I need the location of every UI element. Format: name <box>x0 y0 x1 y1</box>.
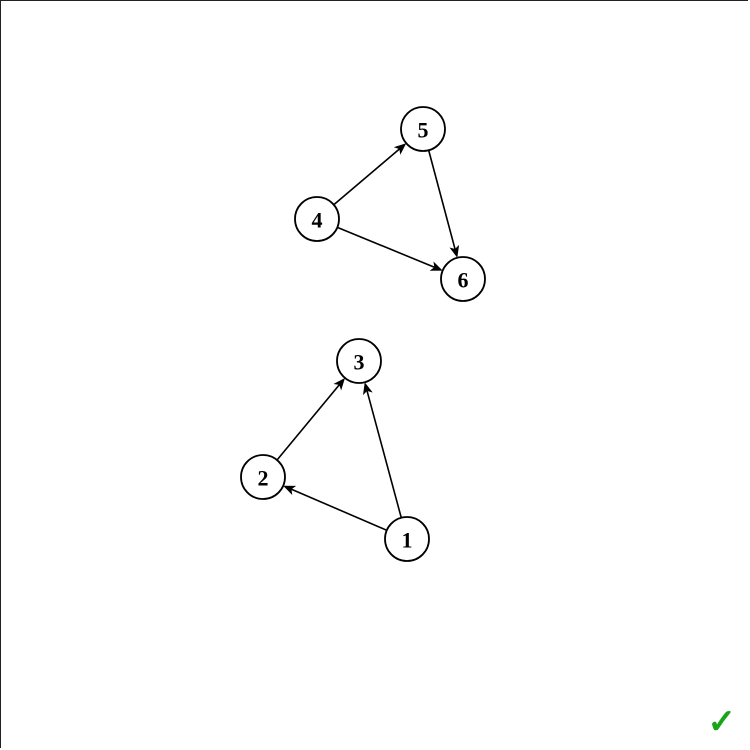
node-label-6: 6 <box>458 268 469 293</box>
node-1: 1 <box>385 517 429 561</box>
node-2: 2 <box>241 455 285 499</box>
node-3: 3 <box>337 339 381 383</box>
edge-n4-n6 <box>337 227 440 270</box>
node-label-4: 4 <box>312 208 323 233</box>
node-label-2: 2 <box>258 466 269 491</box>
edge-n5-n6 <box>429 150 457 256</box>
node-4: 4 <box>295 197 339 241</box>
nodes-layer: 1 2 3 4 5 6 <box>241 107 485 561</box>
node-5: 5 <box>401 107 445 151</box>
node-label-1: 1 <box>402 528 413 553</box>
node-label-3: 3 <box>354 350 365 375</box>
edge-n2-n3 <box>277 379 344 460</box>
graph-canvas: 1 2 3 4 5 6 <box>1 1 749 749</box>
edge-n4-n5 <box>334 145 405 205</box>
edge-n1-n2 <box>285 486 387 530</box>
diagram-frame: 1 2 3 4 5 6 ✓ <box>0 0 748 748</box>
node-6: 6 <box>441 257 485 301</box>
edge-n1-n3 <box>365 384 401 518</box>
checkmark-icon: ✓ <box>708 702 737 742</box>
node-label-5: 5 <box>418 118 429 143</box>
